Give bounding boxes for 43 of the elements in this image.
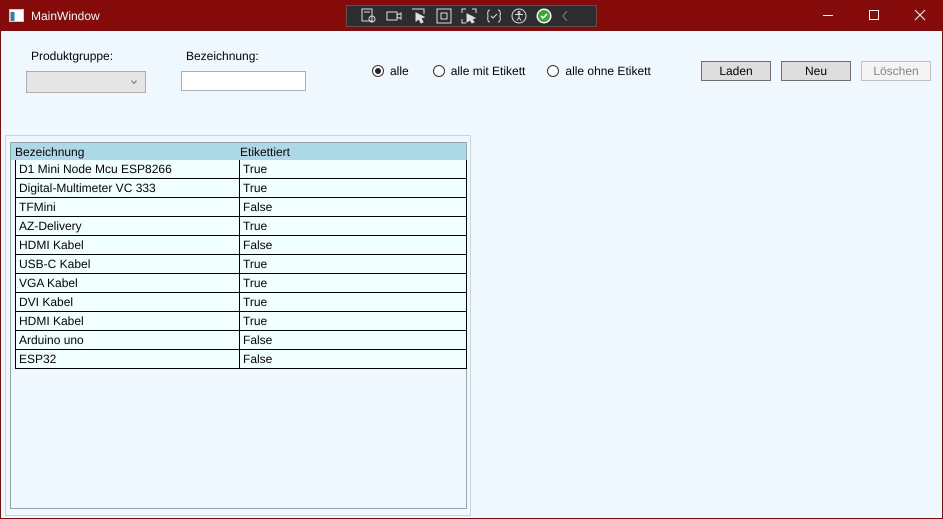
app-icon xyxy=(9,9,24,22)
table-cell: HDMI Kabel xyxy=(16,312,240,330)
text-field[interactable] xyxy=(181,71,306,91)
table-cell: AZ-Delivery xyxy=(16,217,240,235)
table-cell: DVI Kabel xyxy=(16,293,240,311)
radio-button[interactable]: alle ohne Etikett xyxy=(547,62,651,80)
table-cell: True xyxy=(240,274,467,292)
table-cell: Arduino uno xyxy=(16,331,240,349)
table-cell: True xyxy=(240,293,467,311)
table-cell: True xyxy=(240,179,467,197)
table-cell: False xyxy=(240,198,467,216)
table-cell: False xyxy=(240,236,467,254)
table-cell: TFMini xyxy=(16,198,240,216)
action-button[interactable]: Laden xyxy=(701,61,771,81)
column-header[interactable]: Etikettiert xyxy=(240,142,466,160)
table-cell: False xyxy=(240,350,467,368)
action-button[interactable]: Neu xyxy=(781,61,851,81)
field-label: Produktgruppe: xyxy=(31,48,114,63)
table-cell: VGA Kabel xyxy=(16,274,240,292)
table-cell: HDMI Kabel xyxy=(16,236,240,254)
field-label: Bezeichnung: xyxy=(186,48,260,63)
table-cell: ESP32 xyxy=(16,350,240,368)
window-title: MainWindow xyxy=(31,8,101,24)
column-header[interactable]: Bezeichnung xyxy=(11,142,240,160)
radio-button[interactable]: alle mit Etikett xyxy=(432,62,526,80)
collapse-icon[interactable] xyxy=(561,10,569,22)
table-cell: USB-C Kabel xyxy=(16,255,240,273)
check-icon[interactable] xyxy=(536,8,552,24)
table-cell: Digital-Multimeter VC 333 xyxy=(16,179,240,197)
table-cell: True xyxy=(240,217,467,235)
frame-icon[interactable] xyxy=(436,8,452,24)
table-cell: True xyxy=(240,255,467,273)
table-cell: D1 Mini Node Mcu ESP8266 xyxy=(16,160,240,178)
chevron-icon xyxy=(131,80,137,84)
accessibility-icon[interactable] xyxy=(511,8,527,24)
cursor-icon[interactable] xyxy=(411,8,427,24)
table-cell: True xyxy=(240,312,467,330)
radio-button[interactable]: alle xyxy=(372,62,409,80)
table-cell: True xyxy=(240,160,467,178)
select-icon[interactable] xyxy=(461,8,477,24)
binding-icon[interactable] xyxy=(486,8,502,24)
table-cell: False xyxy=(240,331,467,349)
inspect-icon[interactable] xyxy=(361,8,377,24)
